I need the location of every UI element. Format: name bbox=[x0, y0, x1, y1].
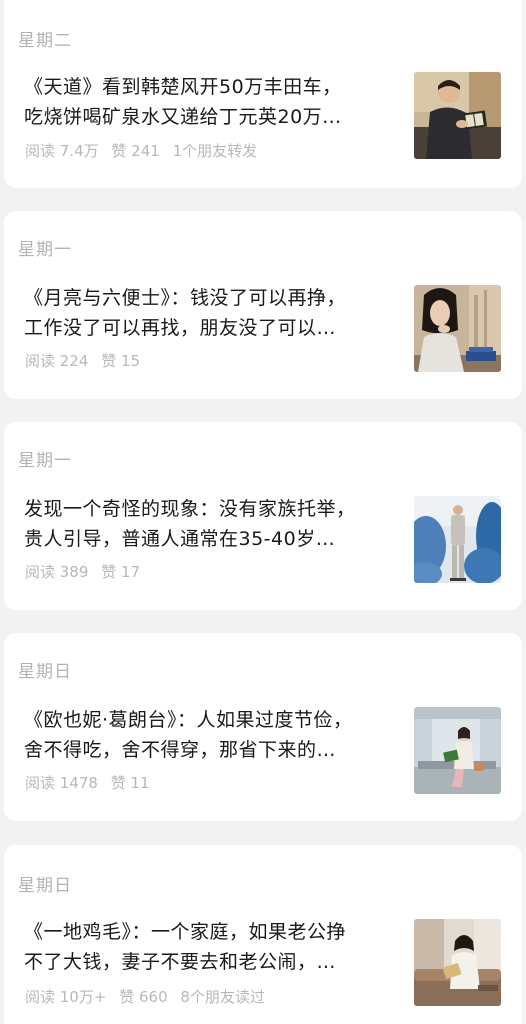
like-count: 赞 15 bbox=[101, 352, 141, 370]
article-meta: 阅读 10万+ 赞 660 8个朋友读过 bbox=[25, 986, 273, 1007]
article-title-line: 工作没了可以再找，朋友没了可以… bbox=[24, 317, 337, 339]
article-thumbnail[interactable] bbox=[414, 285, 501, 372]
friend-activity: 1个朋友转发 bbox=[172, 142, 258, 160]
woman-reading-sofa-image bbox=[414, 919, 501, 1006]
article-title-line: 发现一个奇怪的现象：没有家族托举， bbox=[24, 498, 356, 520]
article-title[interactable]: 发现一个奇怪的现象：没有家族托举， 贵人引导，普通人通常在35-40岁… bbox=[24, 494, 396, 554]
article-meta: 阅读 1478 赞 11 bbox=[25, 772, 158, 793]
article-day: 星期二 bbox=[18, 31, 72, 51]
article-meta: 阅读 7.4万 赞 241 1个朋友转发 bbox=[25, 140, 265, 161]
article-title-line: 贵人引导，普通人通常在35-40岁… bbox=[24, 528, 336, 550]
read-count: 阅读 7.4万 bbox=[25, 142, 99, 160]
article-day: 星期日 bbox=[18, 876, 72, 896]
article-title-line: 《一地鸡毛》：一个家庭，如果老公挣 bbox=[24, 921, 347, 943]
article-title[interactable]: 《月亮与六便士》：钱没了可以再挣， 工作没了可以再找，朋友没了可以… bbox=[24, 283, 396, 343]
article-card[interactable]: 星期一 《月亮与六便士》：钱没了可以再挣， 工作没了可以再找，朋友没了可以… 阅… bbox=[4, 211, 522, 399]
article-meta: 阅读 224 赞 15 bbox=[25, 350, 148, 371]
read-count: 阅读 389 bbox=[25, 563, 89, 581]
article-day: 星期一 bbox=[18, 451, 72, 471]
read-count: 阅读 1478 bbox=[25, 774, 98, 792]
article-title[interactable]: 《一地鸡毛》：一个家庭，如果老公挣 不了大钱，妻子不要去和老公闹，… bbox=[24, 917, 396, 977]
article-card[interactable]: 星期一 发现一个奇怪的现象：没有家族托举， 贵人引导，普通人通常在35-40岁…… bbox=[4, 422, 522, 610]
article-title-line: 不了大钱，妻子不要去和老公闹，… bbox=[24, 951, 337, 973]
article-title-line: 《天道》看到韩楚风开50万丰田车， bbox=[24, 76, 342, 98]
article-card[interactable]: 星期日 《一地鸡毛》：一个家庭，如果老公挣 不了大钱，妻子不要去和老公闹，… 阅… bbox=[4, 845, 522, 1024]
article-thumbnail[interactable] bbox=[414, 72, 501, 159]
article-title[interactable]: 《欧也妮·葛朗台》：人如果过度节俭， 舍不得吃，舍不得穿，那省下来的… bbox=[24, 705, 396, 765]
article-title[interactable]: 《天道》看到韩楚风开50万丰田车， 吃烧饼喝矿泉水又递给丁元英20万… bbox=[24, 72, 396, 132]
article-title-line: 《欧也妮·葛朗台》：人如果过度节俭， bbox=[24, 709, 353, 731]
article-day: 星期一 bbox=[18, 240, 72, 260]
article-thumbnail[interactable] bbox=[414, 919, 501, 1006]
woman-with-book-image bbox=[414, 285, 501, 372]
article-title-line: 《月亮与六便士》：钱没了可以再挣， bbox=[24, 287, 347, 309]
article-thumbnail[interactable] bbox=[414, 707, 501, 794]
like-count: 赞 17 bbox=[101, 563, 141, 581]
article-day: 星期日 bbox=[18, 662, 72, 682]
like-count: 赞 11 bbox=[110, 774, 150, 792]
like-count: 赞 241 bbox=[111, 142, 160, 160]
read-count: 阅读 224 bbox=[25, 352, 89, 370]
man-reading-book-image bbox=[414, 72, 501, 159]
article-title-line: 舍不得吃，舍不得穿，那省下来的… bbox=[24, 739, 337, 761]
article-card[interactable]: 星期二 《天道》看到韩楚风开50万丰田车， 吃烧饼喝矿泉水又递给丁元英20万… … bbox=[4, 0, 522, 188]
friend-activity: 8个朋友读过 bbox=[180, 988, 265, 1006]
woman-reading-station-image bbox=[414, 707, 501, 794]
like-count: 赞 660 bbox=[119, 988, 168, 1006]
read-count: 阅读 10万+ bbox=[25, 988, 107, 1006]
article-card[interactable]: 星期日 《欧也妮·葛朗台》：人如果过度节俭， 舍不得吃，舍不得穿，那省下来的… … bbox=[4, 633, 522, 821]
man-under-tree-image bbox=[414, 496, 501, 583]
article-feed: 星期二 《天道》看到韩楚风开50万丰田车， 吃烧饼喝矿泉水又递给丁元英20万… … bbox=[0, 0, 526, 1024]
article-meta: 阅读 389 赞 17 bbox=[25, 561, 148, 582]
article-title-line: 吃烧饼喝矿泉水又递给丁元英20万… bbox=[24, 106, 342, 128]
article-thumbnail[interactable] bbox=[414, 496, 501, 583]
